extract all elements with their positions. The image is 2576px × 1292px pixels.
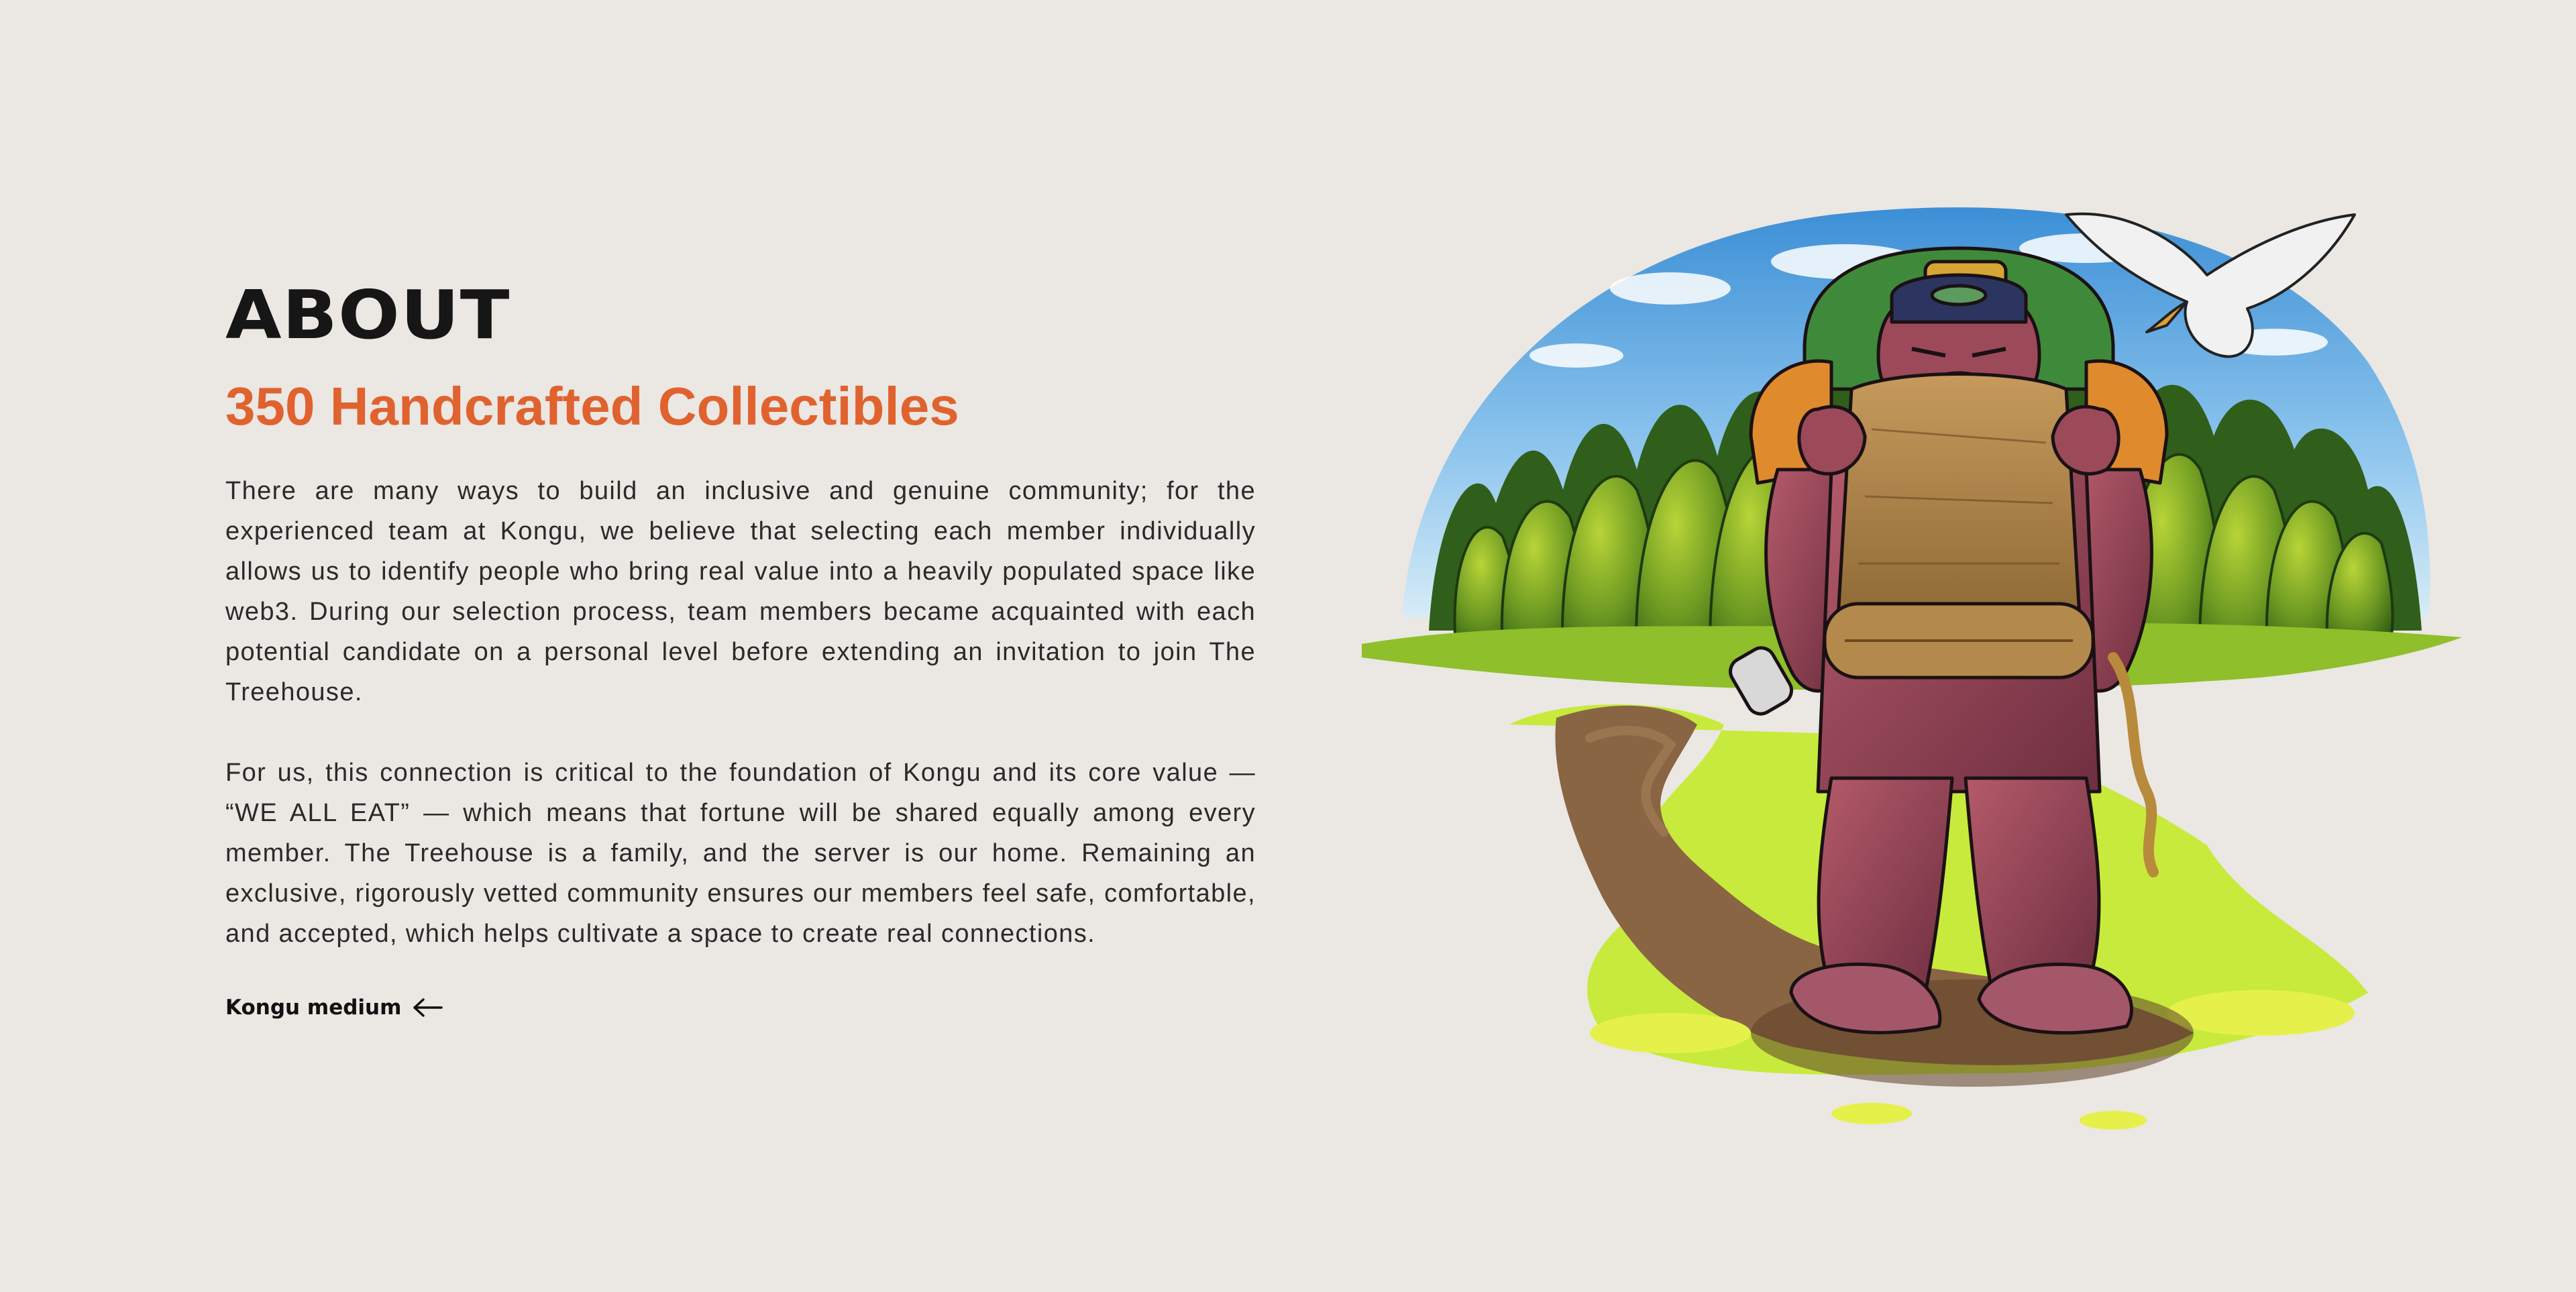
arrow-left-icon (413, 998, 443, 1017)
kongu-medium-link[interactable]: Kongu medium (225, 994, 443, 1021)
about-paragraph-1: There are many ways to build an inclusiv… (225, 477, 1256, 706)
about-subheading: 350 Handcrafted Collectibles (225, 376, 959, 436)
gorilla-hiker-illustration (1362, 207, 2462, 1130)
about-text-column: ABOUT 350 Handcrafted Collectibles There… (225, 275, 1256, 1021)
about-section: ABOUT 350 Handcrafted Collectibles There… (0, 0, 2576, 1292)
kongu-medium-link-label: Kongu medium (225, 995, 402, 1020)
about-heading: ABOUT (225, 276, 511, 354)
about-paragraph-2: For us, this connection is critical to t… (225, 759, 1256, 948)
